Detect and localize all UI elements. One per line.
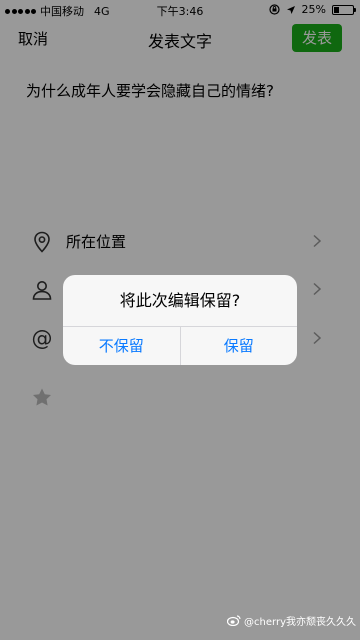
watermark-text: @cherry我亦颓丧久久久 [244, 617, 356, 628]
watermark: @cherry我亦颓丧久久久 [227, 613, 356, 628]
screen: 中国移动 4G 下午3:46 25% 取消 发表文字 发表 为什么成年人要学会隐… [0, 0, 360, 640]
discard-button[interactable]: 不保留 [63, 327, 180, 365]
keep-button[interactable]: 保留 [179, 327, 298, 365]
weibo-icon [227, 615, 241, 626]
save-draft-dialog: 将此次编辑保留? 不保留 保留 [63, 275, 297, 365]
dialog-message: 将此次编辑保留? [119, 291, 241, 310]
dialog-buttons: 不保留 保留 [63, 326, 297, 365]
